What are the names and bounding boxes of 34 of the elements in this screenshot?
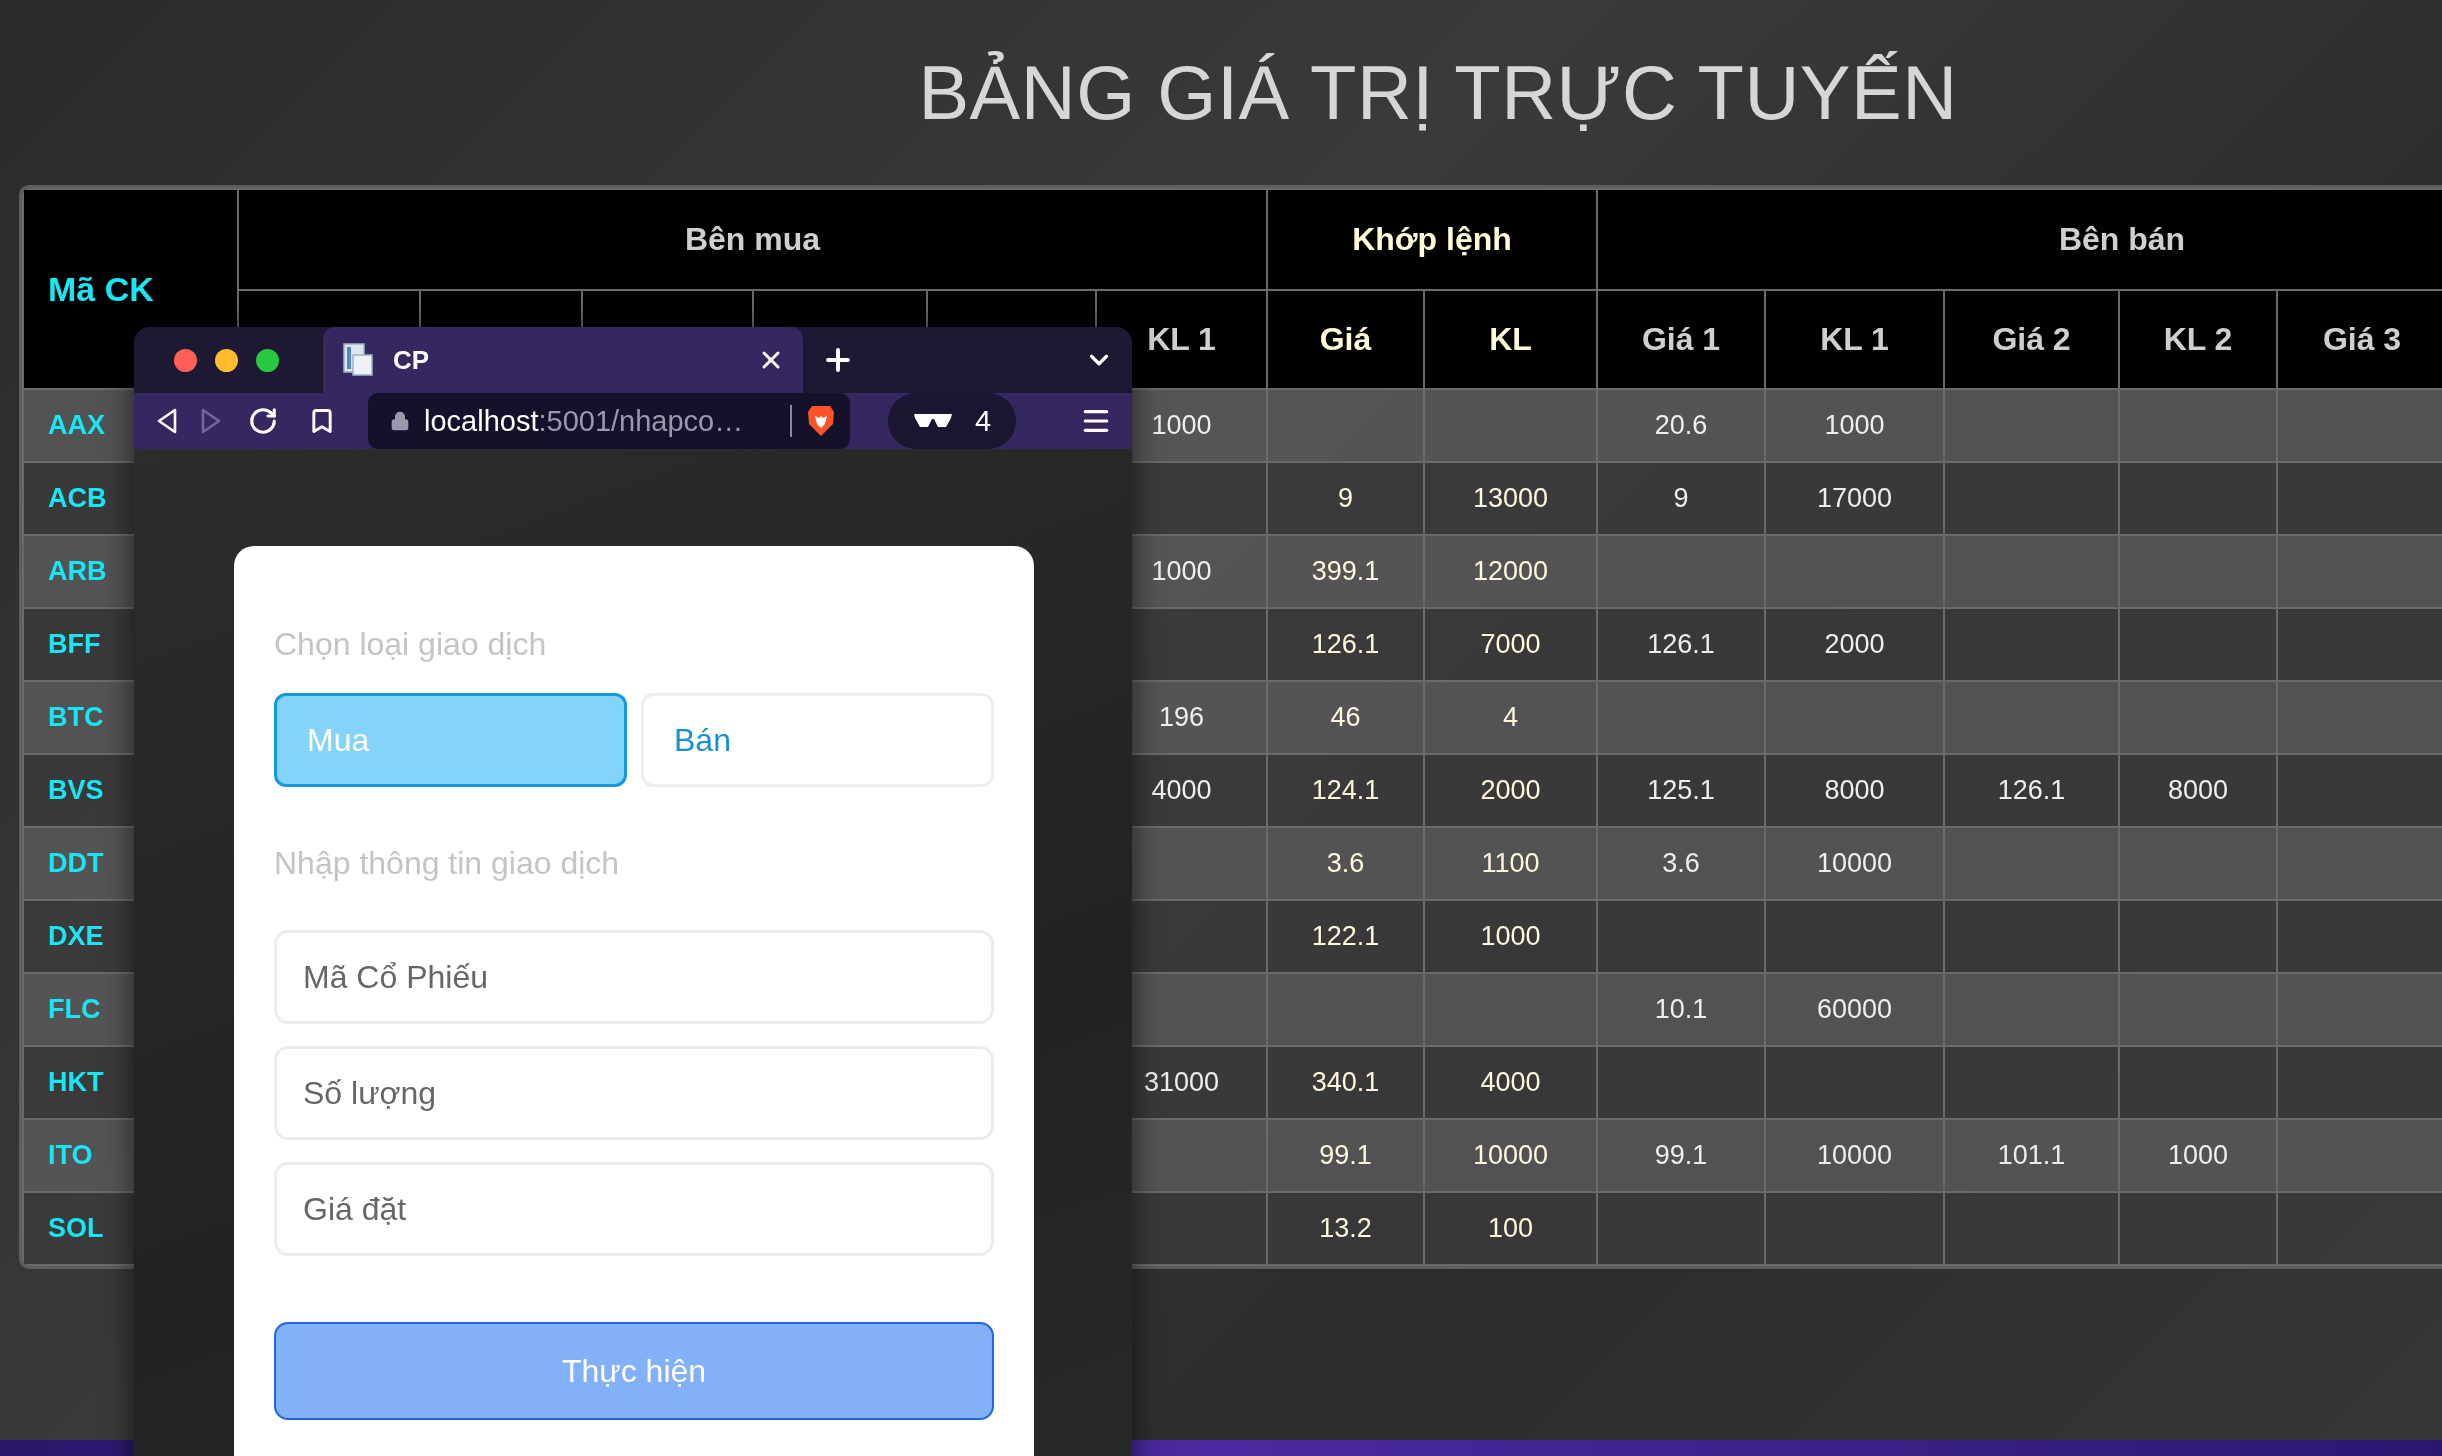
column-header: KL 1 [1765,290,1944,389]
column-header: KL [1424,290,1597,389]
maximize-window-icon[interactable] [256,348,279,372]
trade-type-button[interactable]: Bán [641,693,994,787]
private-windows-button[interactable]: 4 [888,393,1016,449]
section-label: Chọn loại giao dịch [274,626,548,663]
input-field[interactable]: Số lượng [274,1046,994,1140]
minimize-window-icon[interactable] [215,348,238,372]
back-icon[interactable] [156,408,178,434]
group-header: Khớp lệnh [1267,189,1597,290]
column-header: Giá [1267,290,1424,389]
input-field[interactable]: Mã Cổ Phiếu [274,930,994,1024]
column-header: Giá 3 [2277,290,2442,389]
document-icon [343,343,373,377]
group-header: Bên mua [238,189,1267,290]
tab-title: CP [393,344,431,376]
address-bar[interactable]: localhost:5001/nhapco… [368,393,850,449]
page-title: BẢNG GIÁ TRỊ TRỰC TUYẾN [918,49,1958,136]
sunglasses-icon [912,412,953,430]
column-header: Giá 1 [1597,290,1765,389]
lion-shield-icon[interactable] [806,404,836,438]
section-label: Nhập thông tin giao dịch [274,845,621,882]
browser-tab[interactable]: CP [323,327,803,393]
lock-icon [390,411,410,431]
close-window-icon[interactable] [174,348,197,372]
url-text: localhost:5001/nhapco… [424,404,745,438]
forward-icon[interactable] [200,408,222,434]
table-cell: 13.2 [1267,1192,1424,1265]
private-count: 4 [974,404,992,438]
table-cell: 100 [1424,1192,1597,1265]
column-header: KL 2 [2119,290,2277,389]
column-header: Giá 2 [1944,290,2119,389]
input-field[interactable]: Giá đặt [274,1162,994,1256]
group-header: Bên bán [1597,189,2442,290]
